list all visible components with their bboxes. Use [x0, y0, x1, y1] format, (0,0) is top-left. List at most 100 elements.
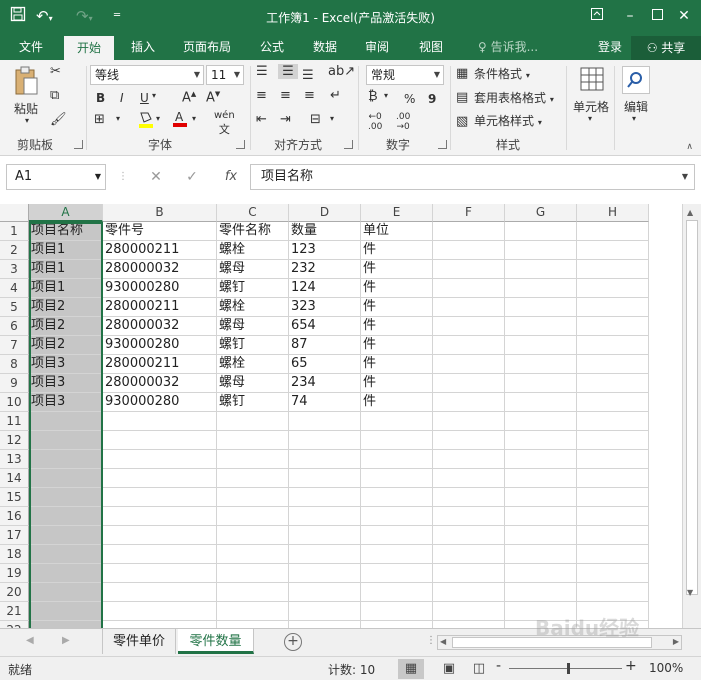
- cell-b7[interactable]: 930000280: [103, 336, 217, 355]
- column-header-b[interactable]: B: [103, 204, 217, 222]
- increase-font-icon[interactable]: A▲: [182, 90, 196, 105]
- cell-h7[interactable]: [577, 336, 649, 355]
- cell-g10[interactable]: [505, 393, 577, 412]
- cell-c14[interactable]: [217, 469, 289, 488]
- cell-e8[interactable]: 件: [361, 355, 433, 374]
- cell-f5[interactable]: [433, 298, 505, 317]
- cell-c17[interactable]: [217, 526, 289, 545]
- cell-h8[interactable]: [577, 355, 649, 374]
- cell-d2[interactable]: 123: [289, 241, 361, 260]
- cell-b2[interactable]: 280000211: [103, 241, 217, 260]
- cell-d19[interactable]: [289, 564, 361, 583]
- cell-h11[interactable]: [577, 412, 649, 431]
- cell-e22[interactable]: [361, 621, 433, 628]
- cell-e10[interactable]: 件: [361, 393, 433, 412]
- cell-f9[interactable]: [433, 374, 505, 393]
- cell-b10[interactable]: 930000280: [103, 393, 217, 412]
- formula-input[interactable]: 项目名称 ▼: [250, 164, 695, 190]
- cell-g7[interactable]: [505, 336, 577, 355]
- merge-center-icon[interactable]: ⊟: [310, 112, 321, 127]
- format-painter-icon[interactable]: 🖌: [50, 112, 67, 127]
- conditional-format-icon[interactable]: ▦: [456, 66, 468, 81]
- cell-e7[interactable]: 件: [361, 336, 433, 355]
- cell-f2[interactable]: [433, 241, 505, 260]
- percent-style-button[interactable]: %: [404, 90, 415, 108]
- cell-d3[interactable]: 232: [289, 260, 361, 279]
- increase-indent-icon[interactable]: ⇥: [280, 112, 291, 127]
- font-name-select[interactable]: 等线 ▼: [90, 65, 204, 85]
- cell-a2[interactable]: 项目1: [29, 241, 103, 260]
- paste-icon[interactable]: [12, 66, 40, 98]
- increase-decimal-icon[interactable]: ←0.00: [368, 112, 382, 132]
- phonetic-icon[interactable]: wén 文: [214, 110, 235, 137]
- scroll-up-icon[interactable]: ▲: [687, 208, 693, 217]
- row-header[interactable]: 9: [0, 374, 29, 393]
- row-header[interactable]: 6: [0, 317, 29, 336]
- cell-a9[interactable]: 项目3: [29, 374, 103, 393]
- close-icon[interactable]: ✕: [672, 4, 696, 28]
- cell-g13[interactable]: [505, 450, 577, 469]
- expand-formula-bar-icon[interactable]: ▼: [682, 165, 688, 189]
- cell-b8[interactable]: 280000211: [103, 355, 217, 374]
- cell-d15[interactable]: [289, 488, 361, 507]
- cell-h2[interactable]: [577, 241, 649, 260]
- cell-e5[interactable]: 件: [361, 298, 433, 317]
- sheet-tab-part-quantities[interactable]: 零件数量: [178, 629, 254, 654]
- cell-d7[interactable]: 87: [289, 336, 361, 355]
- cell-e20[interactable]: [361, 583, 433, 602]
- minimize-icon[interactable]: –: [618, 4, 642, 28]
- cell-h16[interactable]: [577, 507, 649, 526]
- row-header[interactable]: 14: [0, 469, 29, 488]
- cell-a18[interactable]: [29, 545, 103, 564]
- cell-h4[interactable]: [577, 279, 649, 298]
- cell-f19[interactable]: [433, 564, 505, 583]
- cell-a4[interactable]: 项目1: [29, 279, 103, 298]
- cell-e15[interactable]: [361, 488, 433, 507]
- cell-g9[interactable]: [505, 374, 577, 393]
- cell-d21[interactable]: [289, 602, 361, 621]
- cell-a10[interactable]: 项目3: [29, 393, 103, 412]
- cell-a3[interactable]: 项目1: [29, 260, 103, 279]
- cell-g16[interactable]: [505, 507, 577, 526]
- collapse-ribbon-icon[interactable]: ∧: [686, 142, 693, 152]
- decrease-font-icon[interactable]: A▼: [206, 90, 220, 105]
- cell-g15[interactable]: [505, 488, 577, 507]
- cell-f11[interactable]: [433, 412, 505, 431]
- cell-e11[interactable]: [361, 412, 433, 431]
- cell-h17[interactable]: [577, 526, 649, 545]
- tab-page-layout[interactable]: 页面布局: [174, 34, 240, 60]
- row-header[interactable]: 15: [0, 488, 29, 507]
- zoom-level[interactable]: 100%: [649, 661, 683, 675]
- cell-b9[interactable]: 280000032: [103, 374, 217, 393]
- cell-d4[interactable]: 124: [289, 279, 361, 298]
- number-dialog-launcher[interactable]: [438, 140, 447, 149]
- cell-b11[interactable]: [103, 412, 217, 431]
- row-header[interactable]: 16: [0, 507, 29, 526]
- column-header-d[interactable]: D: [289, 204, 361, 222]
- cell-d16[interactable]: [289, 507, 361, 526]
- cell-e1[interactable]: 单位: [361, 222, 433, 241]
- search-icon[interactable]: [622, 66, 650, 94]
- align-bottom-icon[interactable]: ☰: [302, 68, 314, 83]
- row-header[interactable]: 22: [0, 621, 29, 628]
- cell-f1[interactable]: [433, 222, 505, 241]
- scroll-right-icon[interactable]: ▶: [673, 637, 679, 646]
- cell-g1[interactable]: [505, 222, 577, 241]
- horizontal-scroll-thumb[interactable]: [452, 637, 652, 648]
- tab-formulas[interactable]: 公式: [252, 34, 292, 60]
- cell-g20[interactable]: [505, 583, 577, 602]
- cell-e2[interactable]: 件: [361, 241, 433, 260]
- cell-c16[interactable]: [217, 507, 289, 526]
- cell-f4[interactable]: [433, 279, 505, 298]
- cell-b22[interactable]: [103, 621, 217, 628]
- cells-button-label[interactable]: 单元格: [570, 98, 612, 115]
- align-top-icon[interactable]: ☰: [256, 64, 268, 79]
- cell-f12[interactable]: [433, 431, 505, 450]
- cell-c4[interactable]: 螺钉: [217, 279, 289, 298]
- cell-e12[interactable]: [361, 431, 433, 450]
- hscroll-grip-icon[interactable]: ⋮: [426, 635, 436, 646]
- paste-label[interactable]: 粘贴: [8, 100, 44, 117]
- cell-e21[interactable]: [361, 602, 433, 621]
- clipboard-dialog-launcher[interactable]: [74, 140, 83, 149]
- add-sheet-icon[interactable]: +: [284, 633, 302, 651]
